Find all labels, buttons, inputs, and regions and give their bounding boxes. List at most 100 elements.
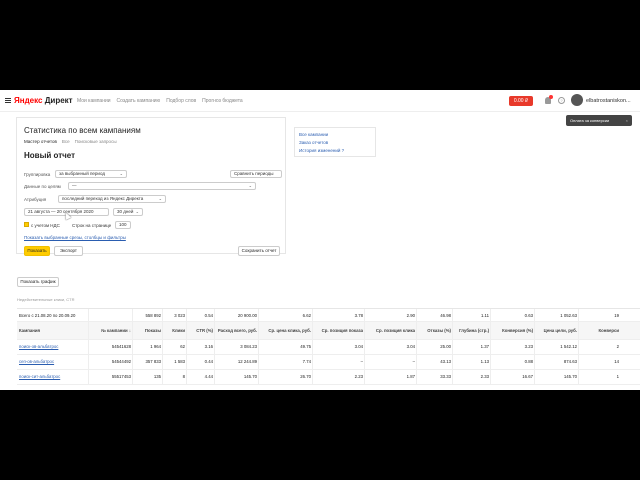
column-divider	[416, 322, 417, 339]
table-cell: 1 964	[150, 344, 161, 349]
column-divider	[162, 340, 163, 354]
table-cell: поиск-ов-альбатрос	[19, 340, 89, 354]
table-cell: 145.70	[243, 374, 257, 379]
column-header[interactable]: Ср. позиция показа	[313, 322, 363, 340]
table-cell: 43.13	[440, 359, 451, 364]
compare-periods-label: Сравнить периоды	[234, 171, 274, 176]
goals-select[interactable]: — ⌄	[68, 182, 256, 190]
change-history-link[interactable]: История изменений ?	[299, 147, 371, 155]
column-divider	[258, 370, 259, 384]
nav-my-campaigns[interactable]: Мои кампании	[77, 98, 111, 104]
column-divider	[452, 309, 453, 321]
column-header[interactable]: Отказы (%)	[417, 322, 451, 340]
column-header[interactable]: Показы	[133, 322, 161, 340]
column-divider	[132, 340, 133, 354]
column-header[interactable]: № кампании ↓	[89, 322, 131, 340]
days-value: 30 дней	[117, 209, 134, 214]
column-header[interactable]: Цена цели, руб.	[535, 322, 577, 340]
help-icon[interactable]: ?	[558, 97, 565, 104]
column-header[interactable]: Глубина (стр.)	[453, 322, 489, 340]
attribution-value: последний переход из Яндекс Директа	[62, 196, 144, 201]
table-cell: 2	[616, 344, 619, 349]
nav-budget-forecast[interactable]: Прогноз бюджета	[202, 98, 243, 104]
days-select[interactable]: 30 дней ⌄	[113, 208, 143, 216]
column-divider	[578, 322, 579, 339]
table-header-row: Кампания № кампании ↓ Показы Клики CTR (%) Ра…	[17, 322, 640, 340]
table-cell: 0.63	[524, 313, 533, 318]
table-cell: 14	[614, 359, 619, 364]
screen: Яндекс Директ Мои кампании Создать кампа…	[0, 90, 640, 390]
all-campaigns-link[interactable]: Все кампании	[299, 131, 371, 139]
column-header[interactable]: Клики	[163, 322, 185, 340]
report-orders-link[interactable]: Заказ отчетов	[299, 139, 371, 147]
column-divider	[452, 370, 453, 384]
tab-search-queries[interactable]: Поисковые запросы	[75, 139, 117, 144]
column-header[interactable]: Ср. цена клика, руб.	[259, 322, 311, 340]
show-selected-link[interactable]: Показать выбранные срезы, столбцы и филь…	[24, 235, 126, 240]
close-icon[interactable]: ×	[626, 115, 628, 126]
column-header[interactable]: Кампания	[19, 322, 89, 340]
save-report-button[interactable]: Сохранить отчет	[238, 246, 280, 256]
menu-icon[interactable]	[5, 98, 11, 103]
logo[interactable]: Яндекс Директ	[14, 96, 73, 105]
column-header[interactable]: Расход всего, руб.	[215, 322, 257, 340]
table-row: сеп-ов-альбатрос 54544492 357 833 1 583 0.44…	[17, 355, 640, 370]
goals-value: —	[72, 183, 77, 188]
table-cell: 1	[616, 374, 619, 379]
show-graph-button[interactable]: Показать график	[17, 277, 59, 287]
tab-report-wizard[interactable]: Мастер отчетов	[24, 139, 57, 144]
table-cell: 20 900.00	[237, 313, 257, 318]
nav-create-campaign[interactable]: Создать кампанию	[117, 98, 161, 104]
show-button[interactable]: Показать	[24, 246, 50, 256]
column-divider	[364, 322, 365, 339]
table-cell: 12 244.89	[237, 359, 257, 364]
column-divider	[88, 340, 89, 354]
table-cell: 55517453	[111, 374, 131, 379]
table-cell: 2.33	[480, 374, 489, 379]
column-divider	[490, 355, 491, 369]
campaign-link[interactable]: поиск-сит-альбатрос	[19, 374, 60, 379]
column-divider	[452, 340, 453, 354]
column-divider	[132, 322, 133, 339]
table-cell: –	[412, 359, 415, 364]
column-header[interactable]: CTR (%)	[187, 322, 213, 340]
export-button[interactable]: Экспорт	[54, 246, 83, 256]
side-links: Все кампании Заказ отчетов История измен…	[294, 127, 376, 157]
column-divider	[258, 322, 259, 339]
column-divider	[416, 340, 417, 354]
column-divider	[214, 309, 215, 321]
vat-checkbox[interactable]	[24, 222, 29, 227]
campaign-link[interactable]: поиск-ов-альбатрос	[19, 344, 58, 349]
balance-button[interactable]: 0.00 ₽	[509, 96, 533, 106]
date-range-value: 21 августа — 20 сентября 2020	[28, 209, 94, 214]
top-bar: Яндекс Директ Мои кампании Создать кампа…	[0, 90, 640, 112]
column-divider	[88, 370, 89, 384]
rows-per-page-select[interactable]: 100	[115, 221, 131, 229]
column-divider	[258, 355, 259, 369]
table-cell: 1.11	[480, 313, 489, 318]
user-name[interactable]: elbatrostaniskon...	[586, 98, 631, 104]
column-header[interactable]: Конверсия (%)	[491, 322, 533, 340]
compare-periods-button[interactable]: Сравнить периоды	[230, 170, 282, 178]
column-header[interactable]: Конверси	[579, 322, 619, 340]
chevron-down-icon: ⌄	[119, 171, 123, 176]
table-cell: 7.74	[302, 359, 311, 364]
grouping-select[interactable]: за выбранный период ⌄	[55, 170, 127, 178]
campaign-link[interactable]: сеп-ов-альбатрос	[19, 359, 54, 364]
nav-word-selection[interactable]: Подбор слов	[166, 98, 196, 104]
column-divider	[534, 322, 535, 339]
notification-dot	[549, 95, 553, 99]
save-report-label: Сохранить отчет	[241, 248, 277, 253]
attribution-select[interactable]: последний переход из Яндекс Директа ⌄	[58, 195, 166, 203]
page-title: Статистика по всем кампаниям	[24, 126, 141, 135]
column-divider	[132, 309, 133, 321]
vat-label: с учетом НДС	[31, 223, 60, 228]
table-cell: 33.33	[440, 374, 451, 379]
table-row: поиск-сит-альбатрос 55517453 135 8 4.44 145.7…	[17, 370, 640, 385]
column-header[interactable]: Ср. позиция клика	[365, 322, 415, 340]
column-divider	[162, 370, 163, 384]
avatar[interactable]	[571, 94, 583, 106]
tab-all[interactable]: Все	[62, 139, 70, 144]
column-divider	[214, 355, 215, 369]
rows-per-page-label: Строк на странице	[72, 223, 112, 228]
